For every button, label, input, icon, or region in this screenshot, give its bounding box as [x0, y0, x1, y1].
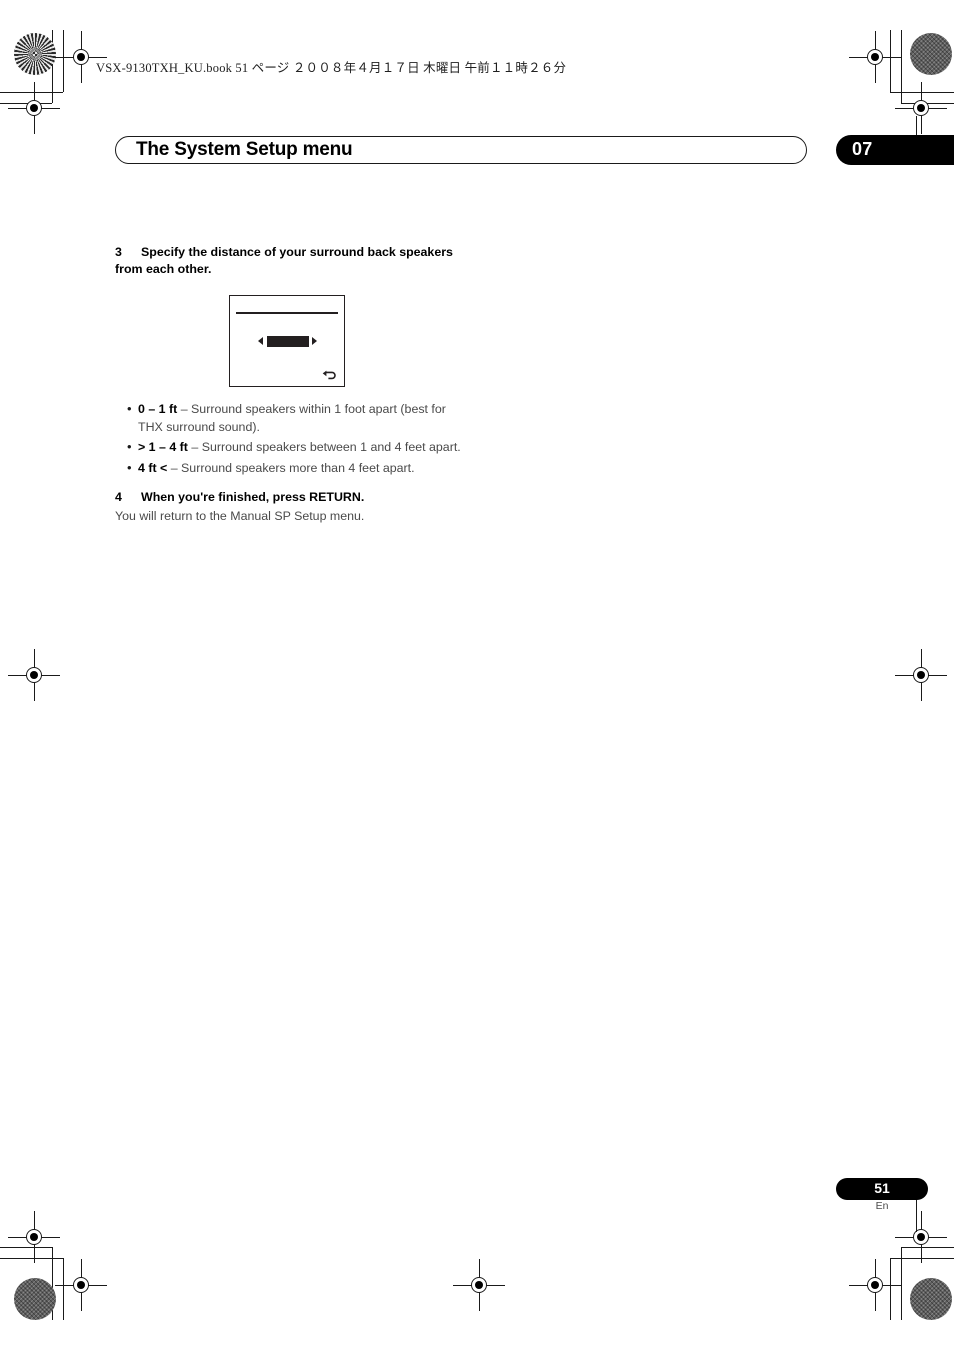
option-term: > 1 – 4 ft [138, 440, 188, 455]
option-term: 4 ft < [138, 461, 168, 476]
distance-option-list: 0 – 1 ft – Surround speakers within 1 fo… [127, 400, 465, 478]
left-triangle-icon [258, 337, 263, 346]
registration-target [55, 31, 107, 83]
crop-mark-line [901, 1247, 902, 1320]
registration-target [8, 1211, 60, 1263]
crop-mark-line [890, 1258, 891, 1320]
halftone-density-dot [910, 33, 952, 75]
halftone-density-dot [14, 1278, 56, 1320]
step-4-text: When you're finished, press RETURN. [141, 489, 365, 504]
page-number-label: 51 [874, 1180, 890, 1196]
option-description: – Surround speakers between 1 and 4 feet… [187, 440, 461, 455]
crop-mark-line [0, 1258, 63, 1259]
option-term: 0 – 1 ft [138, 402, 178, 417]
step-3-number: 3 [115, 245, 122, 259]
crop-mark-line [890, 30, 891, 92]
page-content: 3 Specify the distance of your surround b… [115, 244, 465, 525]
registration-target [895, 1211, 947, 1263]
selected-value-bar [266, 335, 309, 347]
page-title: The System Setup menu [136, 139, 353, 160]
registration-target [453, 1259, 505, 1311]
osd-screen-figure [229, 295, 345, 388]
registration-target [895, 649, 947, 701]
step-4-number: 4 [115, 489, 122, 504]
chapter-number-label: 07 [852, 139, 873, 159]
crop-mark-line [63, 1258, 64, 1320]
step-4-block: 4 When you're finished, press RETURN. You… [115, 489, 465, 525]
list-item: > 1 – 4 ft – Surround speakers between 1… [127, 438, 465, 457]
crop-mark-line [0, 92, 63, 93]
registration-target [849, 31, 901, 83]
manual-page: VSX-9130TXH_KU.book 51 ページ ２００８年４月１７日 木曜… [0, 0, 954, 1350]
step-4-note: You will return to the Manual SP Setup m… [115, 508, 365, 523]
step-3: 3 Specify the distance of your surround b… [115, 244, 465, 278]
registration-target [8, 649, 60, 701]
osd-value-row [258, 335, 317, 347]
halftone-density-dot [14, 33, 56, 75]
language-code-label: En [875, 1200, 889, 1212]
registration-target [55, 1259, 107, 1311]
return-arrow-icon [322, 370, 336, 380]
registration-target [8, 82, 60, 134]
option-description: – Surround speakers more than 4 feet apa… [167, 461, 415, 476]
crop-mark-line [901, 30, 902, 103]
list-item: 4 ft < – Surround speakers more than 4 f… [127, 459, 465, 478]
list-item: 0 – 1 ft – Surround speakers within 1 fo… [127, 400, 465, 436]
crop-mark-line [890, 92, 954, 93]
step-3-text: Specify the distance of your surround ba… [115, 245, 453, 277]
right-triangle-icon [312, 337, 317, 346]
registration-target [895, 82, 947, 134]
source-file-header: VSX-9130TXH_KU.book 51 ページ ２００８年４月１７日 木曜… [96, 61, 567, 75]
step-4: 4 When you're finished, press RETURN. [115, 489, 465, 506]
osd-header-divider [236, 312, 338, 314]
halftone-density-dot [910, 1278, 952, 1320]
registration-target [849, 1259, 901, 1311]
option-description: – Surround speakers within 1 foot apart … [138, 402, 446, 434]
crop-mark-line [63, 30, 64, 92]
crop-mark-line [890, 1258, 954, 1259]
